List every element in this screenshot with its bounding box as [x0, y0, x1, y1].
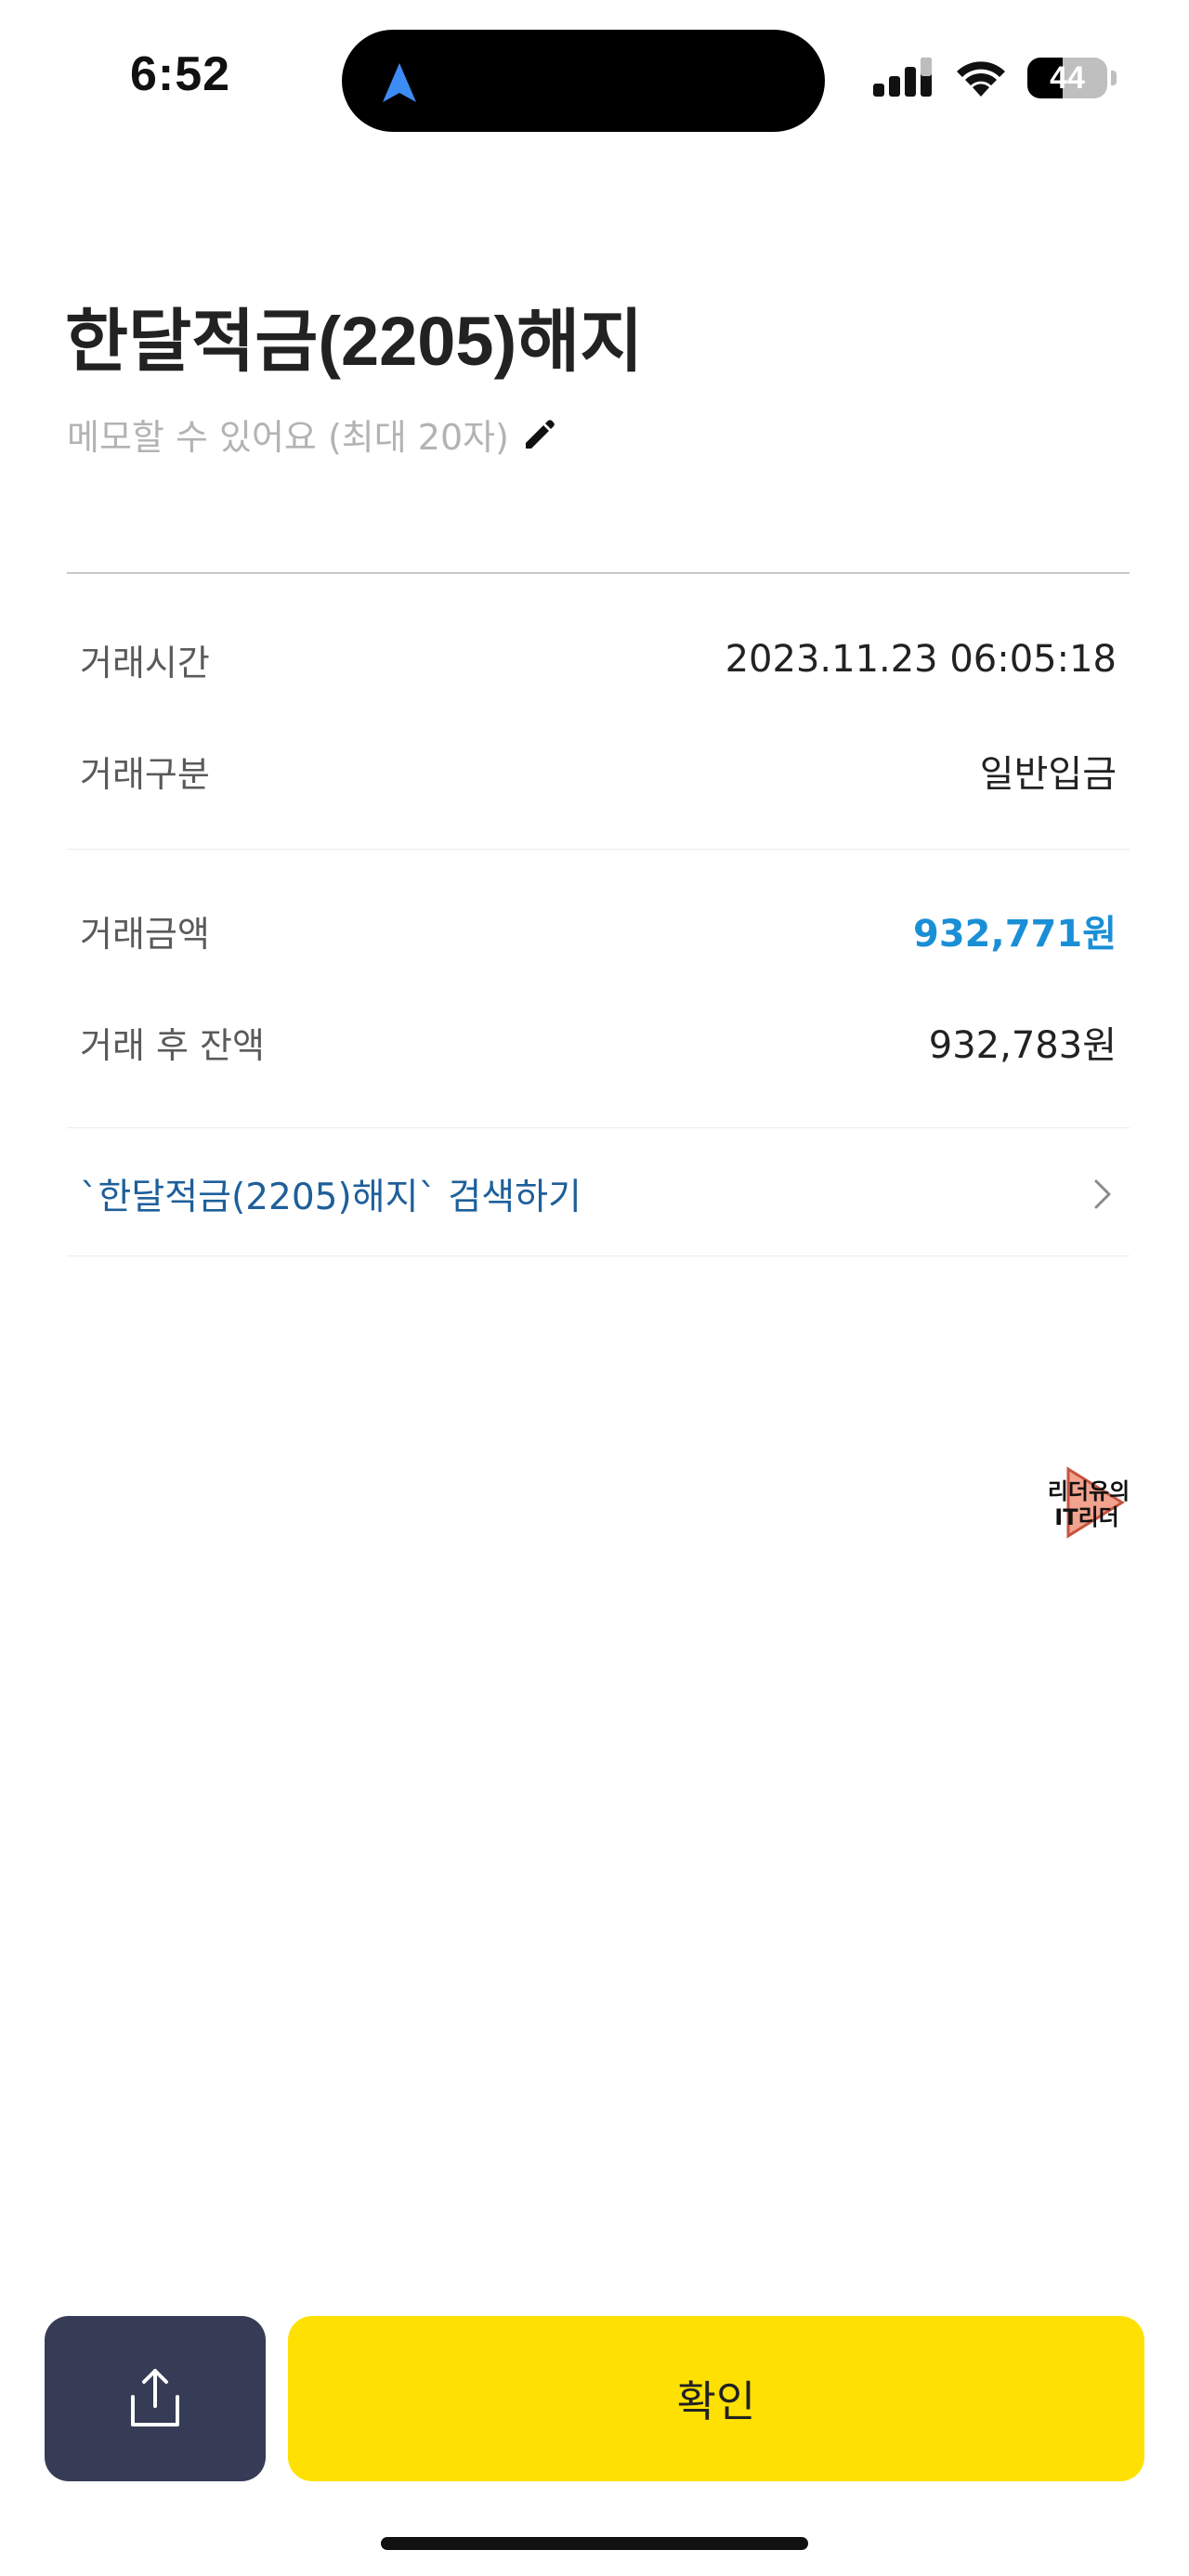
location-arrow-icon: [383, 63, 416, 102]
search-link-label[interactable]: `한달적금(2205)해지` 검색하기: [80, 1168, 581, 1220]
transaction-amount: 932,771원: [913, 913, 1117, 956]
confirm-label[interactable]: 확인: [677, 2368, 756, 2429]
watermark-text-top: 리더유의: [1048, 1478, 1130, 1504]
balance-after: 932,783원: [928, 1024, 1117, 1067]
status-time: 6:52: [130, 47, 231, 101]
watermark-text-bottom: IT리더: [1054, 1504, 1118, 1530]
cellular-signal-icon: [873, 58, 932, 97]
search-transaction-link[interactable]: `한달적금(2205)해지` 검색하기: [80, 1164, 1117, 1224]
detail-label: 거래금액: [80, 913, 210, 955]
page-title: 한달적금(2205)해지: [65, 303, 644, 380]
detail-row-time: 거래시간 2023.11.23 06:05:18: [80, 631, 1117, 687]
detail-value: 일반입금: [979, 753, 1117, 796]
section-divider: [67, 1127, 1130, 1128]
battery-cap: [1111, 71, 1117, 85]
section-divider: [67, 849, 1130, 850]
pencil-icon[interactable]: [520, 415, 559, 454]
memo-edit[interactable]: 메모할 수 있어요 (최대 20자): [67, 409, 559, 460]
battery-indicator: 44: [1027, 58, 1107, 98]
detail-row-amount: 거래금액 932,771원: [80, 903, 1117, 958]
watermark-logo: 리더유의 IT리더: [1048, 1466, 1130, 1539]
memo-placeholder[interactable]: 메모할 수 있어요 (최대 20자): [67, 409, 509, 460]
dynamic-island: [342, 30, 825, 132]
detail-row-type: 거래구분 일반입금: [80, 743, 1117, 799]
header-divider: [67, 572, 1130, 574]
wifi-icon: [957, 61, 1005, 97]
detail-label: 거래구분: [80, 753, 210, 795]
share-icon[interactable]: [125, 2365, 185, 2432]
battery-level-text: 44: [1050, 60, 1085, 96]
detail-label: 거래 후 잔액: [80, 1024, 265, 1066]
detail-row-balance: 거래 후 잔액 932,783원: [80, 1014, 1117, 1070]
confirm-button[interactable]: 확인: [288, 2316, 1144, 2481]
chevron-right-icon[interactable]: [1089, 1176, 1117, 1213]
share-button[interactable]: [45, 2316, 266, 2481]
detail-label: 거래시간: [80, 642, 210, 683]
detail-value: 2023.11.23 06:05:18: [725, 638, 1117, 681]
status-bar: 6:52 44: [0, 0, 1189, 158]
home-indicator[interactable]: [381, 2537, 808, 2550]
section-divider: [67, 1255, 1130, 1256]
